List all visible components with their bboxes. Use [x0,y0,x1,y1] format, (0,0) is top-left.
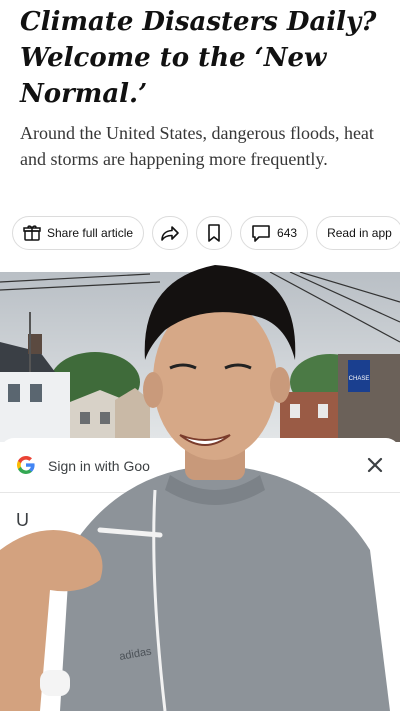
signin-header: Sign in with Goo [0,438,400,492]
close-icon[interactable] [364,454,386,476]
google-signin-sheet: Sign in with Goo U [0,438,400,711]
share-arrow-icon [160,224,180,242]
signin-divider [0,492,400,493]
article-header: Climate Disasters Daily? Welcome to the … [0,0,400,275]
article-summary: Around the United States, dangerous floo… [20,123,374,169]
comments-button[interactable]: 643 [240,216,309,250]
bookmark-button[interactable] [196,216,233,250]
signin-body-text: U [16,510,29,530]
share-full-article-label: Share full article [47,226,134,240]
gift-icon [23,224,41,242]
comment-icon [251,224,271,242]
signin-title: Sign in with Goo [48,458,150,474]
comment-count: 643 [277,226,298,240]
article-headline: Climate Disasters Daily? Welcome to the … [20,7,377,109]
bookmark-icon [207,224,221,242]
read-in-app-label: Read in app [327,226,392,240]
share-full-article-button[interactable]: Share full article [12,216,145,250]
article-actions: Share full article 643 Read in app [12,216,400,252]
article-photo: CHASE [0,272,400,442]
chase-sign: CHASE [349,376,370,382]
google-g-icon [16,455,36,475]
read-in-app-button[interactable]: Read in app [316,216,400,250]
share-button[interactable] [152,216,189,250]
